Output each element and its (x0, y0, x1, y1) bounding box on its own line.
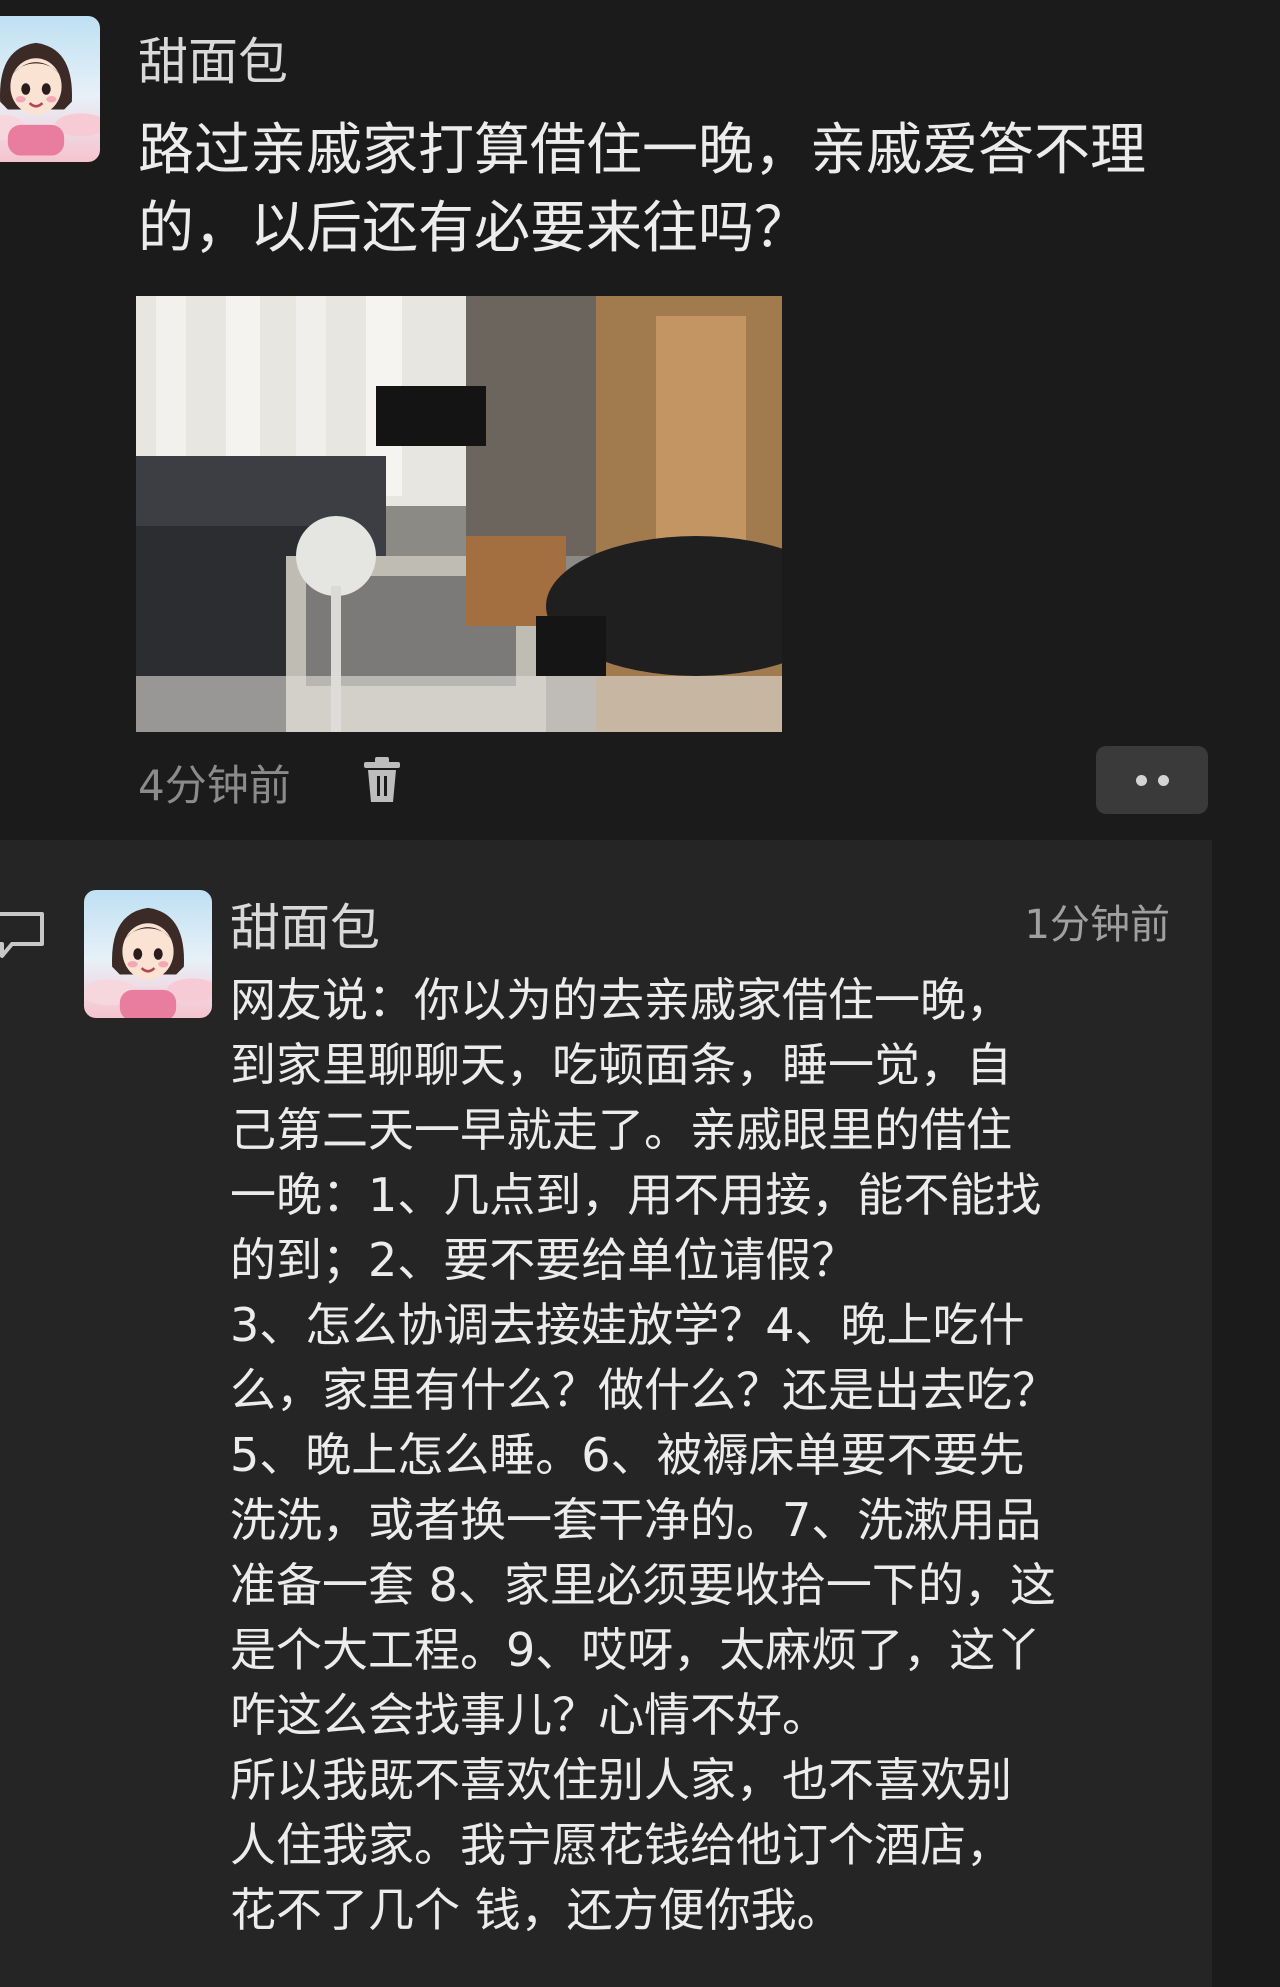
avatar-girl-illustration (0, 42, 100, 156)
more-options-button[interactable] (1096, 746, 1208, 814)
more-dots-icon-dot (1158, 775, 1169, 786)
comment-time: 1分钟前 (1024, 902, 1170, 948)
post-time: 4分钟前 (138, 761, 291, 810)
comment-avatar[interactable] (84, 890, 212, 1018)
avatar-girl-illustration (84, 907, 212, 1018)
post-text: 路过亲戚家打算借住一晚，亲戚爱答不理的，以后还有必要来往吗？ (138, 118, 1146, 261)
comment-bubble-icon[interactable] (0, 910, 48, 960)
comment-username[interactable]: 甜面包 (230, 888, 380, 960)
post-username[interactable]: 甜面包 (138, 22, 288, 94)
trash-icon[interactable] (362, 756, 402, 804)
post: 甜面包 路过亲戚家打算借住一晚，亲戚爱答不理的，以后还有必要来往吗？ 4分钟前 (0, 0, 1280, 840)
living-room-photo (136, 296, 782, 732)
avatar[interactable] (0, 16, 100, 162)
comment-text: 网友说：你以为的去亲戚家借住一晚， 到家里聊聊天，吃顿面条，睡一觉，自 己第二天… (230, 973, 1058, 1937)
comment: 甜面包 1分钟前 网友说：你以为的去亲戚家借住一晚， 到家里聊聊天，吃顿面条，睡… (0, 840, 1212, 1987)
more-dots-icon (1136, 775, 1147, 786)
post-photo[interactable] (136, 296, 782, 732)
